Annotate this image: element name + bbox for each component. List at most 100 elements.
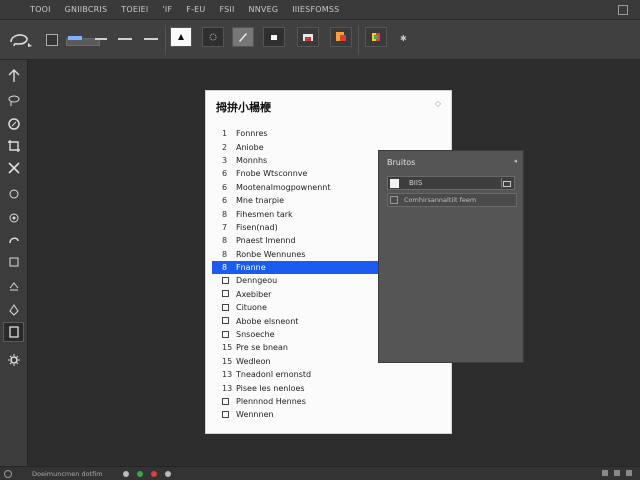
sample-button[interactable] <box>365 27 387 47</box>
checkbox-icon <box>222 317 229 325</box>
tool-quick-select[interactable] <box>3 114 24 134</box>
stamp-icon <box>9 213 18 223</box>
tools-panel <box>0 60 28 466</box>
status-bar: Doeimuncmen dotfim <box>0 466 640 480</box>
list-item-selected[interactable]: 8 Fnanne <box>212 260 384 275</box>
list-item[interactable]: Wennnen <box>206 408 451 421</box>
brush-name-field[interactable]: BIIS <box>387 176 515 190</box>
color-swatch-icon <box>336 32 346 41</box>
brush-option-field[interactable]: Comhirsannaltiit feem <box>387 193 517 207</box>
item-checkbox[interactable] <box>222 276 236 286</box>
folder-icon[interactable] <box>501 178 512 188</box>
status-icon[interactable] <box>626 470 632 476</box>
separator <box>358 25 359 55</box>
settings-icon[interactable]: ✱ <box>400 34 407 43</box>
feather-slider-icon <box>68 36 82 40</box>
tool-brush[interactable] <box>3 208 24 228</box>
symmetry-button[interactable] <box>297 27 319 47</box>
item-number: 8 <box>222 236 228 246</box>
item-checkbox[interactable] <box>222 316 236 326</box>
status-icon[interactable] <box>614 470 620 476</box>
separator <box>165 25 166 55</box>
heal-icon <box>9 189 18 199</box>
zoom-icon[interactable] <box>4 470 12 478</box>
item-checkbox[interactable] <box>222 289 236 299</box>
tool-eraser[interactable] <box>3 158 24 178</box>
menu-item-3[interactable]: 'IF <box>163 5 173 14</box>
item-number: 7 <box>222 222 228 232</box>
lasso-icon <box>10 34 32 47</box>
option-icon <box>390 196 398 204</box>
item-checkbox[interactable] <box>222 330 236 340</box>
tool-preset-picker[interactable] <box>8 30 36 52</box>
pen-icon <box>239 33 247 42</box>
color-button[interactable] <box>330 27 352 47</box>
item-checkbox[interactable] <box>222 303 236 313</box>
item-checkbox[interactable] <box>222 410 236 420</box>
menu-item-6[interactable]: NNVEG <box>249 5 279 14</box>
folder-glyph-icon <box>503 180 511 187</box>
item-label: Fonnres <box>236 129 268 139</box>
status-dot-icon <box>164 470 171 477</box>
square-icon <box>271 35 277 40</box>
dash-icon[interactable] <box>144 38 158 40</box>
menu-item-4[interactable]: F-EU <box>186 5 205 14</box>
list-item[interactable]: 13 Tneadonl ernonstd <box>206 368 451 381</box>
panel-menu-icon[interactable]: ◇ <box>435 99 441 108</box>
tool-move[interactable] <box>3 66 24 86</box>
window-icon[interactable] <box>618 5 628 15</box>
tool-hand[interactable] <box>3 350 24 370</box>
tool-dodge[interactable] <box>3 276 24 296</box>
tool-lasso[interactable] <box>3 90 24 110</box>
brush-icon <box>178 34 184 40</box>
lasso-icon <box>8 95 19 106</box>
item-label: Tneadonl ernonstd <box>236 370 312 380</box>
item-label: Fnanne <box>236 263 266 273</box>
panel-menu-icon[interactable]: ◂ <box>513 157 517 165</box>
close-icon <box>7 162 20 174</box>
list-item[interactable]: 1 Fonnres <box>206 127 451 140</box>
tool-rectangle[interactable] <box>3 322 24 342</box>
color-swatch[interactable] <box>390 178 399 188</box>
new-selection-icon[interactable] <box>46 34 58 46</box>
tool-pen[interactable] <box>3 300 24 320</box>
checkbox-icon <box>222 397 229 405</box>
history-brush-icon <box>8 237 19 244</box>
item-checkbox[interactable] <box>222 397 236 407</box>
gradient-icon <box>9 257 18 267</box>
item-number: 15 <box>222 343 233 353</box>
palette-icon <box>372 33 380 41</box>
item-label: Cituone <box>236 303 267 313</box>
tool-gradient[interactable] <box>3 252 24 272</box>
dash-icon[interactable] <box>95 38 107 40</box>
menu-item-5[interactable]: FSII <box>219 5 234 14</box>
checkbox-icon <box>222 330 229 338</box>
item-number: 13 <box>222 370 233 380</box>
list-item[interactable]: Plennnod Hennes <box>206 395 451 408</box>
menu-item-0[interactable]: TOOI <box>30 5 51 14</box>
item-label: Ronbe Wennunes <box>236 249 306 259</box>
item-label: Mne tnarpie <box>236 196 285 206</box>
tool-crop[interactable] <box>3 136 24 156</box>
status-text: Doeimuncmen dotfim <box>32 469 103 478</box>
tool-spot-heal[interactable] <box>3 184 24 204</box>
brush-select-icon <box>7 118 20 130</box>
airbrush-button[interactable] <box>202 27 224 47</box>
brush-name-label: BIIS <box>409 179 423 187</box>
status-dot-icon <box>122 470 129 477</box>
menu-item-2[interactable]: TOEIEI <box>121 5 148 14</box>
item-number: 6 <box>222 169 228 179</box>
dash-icon[interactable] <box>118 38 132 40</box>
angle-button[interactable] <box>263 27 285 47</box>
brush-preset-button[interactable] <box>170 27 192 47</box>
item-number: 8 <box>222 209 228 219</box>
pressure-button[interactable] <box>232 27 254 47</box>
menu-item-1[interactable]: GNIIBCRIS <box>65 5 108 14</box>
status-icon[interactable] <box>602 470 608 476</box>
dodge-icon <box>9 282 18 291</box>
item-label: Aniobe <box>236 142 264 152</box>
menu-item-7[interactable]: IIIESFOMSS <box>292 5 339 14</box>
item-label: Denngeou <box>236 276 278 286</box>
list-item[interactable]: 13 Pisee les nenloes <box>206 381 451 394</box>
tool-history[interactable] <box>3 230 24 250</box>
